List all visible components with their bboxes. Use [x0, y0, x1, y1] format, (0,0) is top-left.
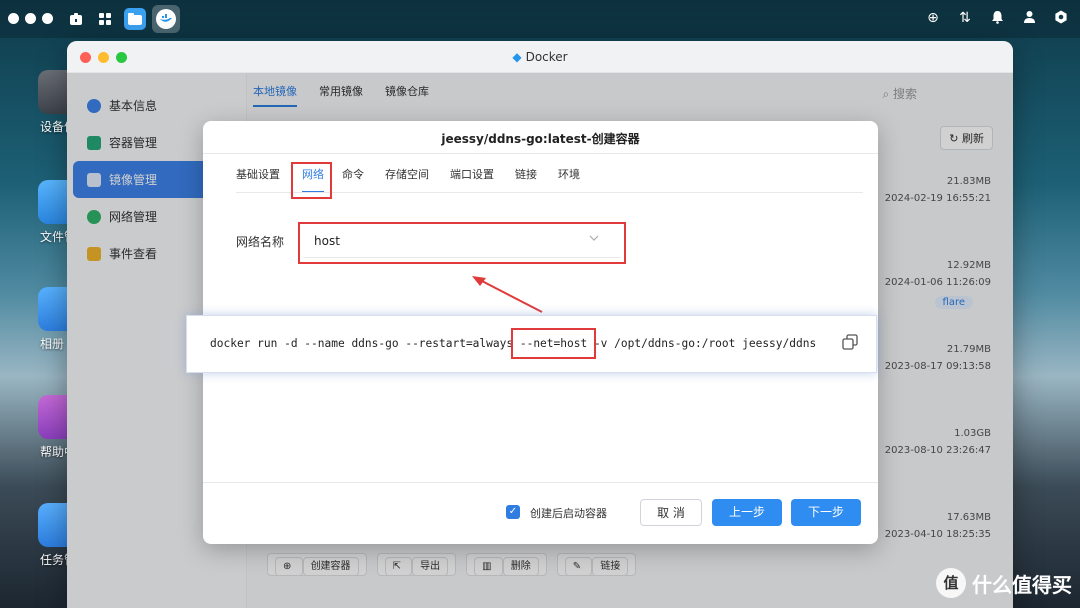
bell-icon[interactable]: [988, 10, 1006, 28]
system-top-bar: ⊕ ⇅: [0, 0, 1080, 38]
watermark-logo: 值: [936, 568, 966, 598]
cancel-button[interactable]: 取 消: [640, 499, 702, 526]
watermark: 值 什么值得买: [936, 568, 1072, 598]
start-after-create-label: 创建后启动容器: [530, 507, 607, 520]
window-title-text: Docker: [525, 50, 568, 64]
command-net-host-highlight: --net=host: [510, 328, 597, 359]
previous-step-button[interactable]: 上一步: [712, 499, 782, 526]
file-manager-icon[interactable]: [124, 8, 146, 30]
copy-icon[interactable]: [842, 334, 858, 350]
start-after-create-checkbox[interactable]: ✓: [506, 505, 520, 519]
command-prefix: docker run -d --name ddns-go --restart=a…: [210, 337, 520, 350]
dialog-title-divider: [203, 153, 878, 154]
docker-command-bar: docker run -d --name ddns-go --restart=a…: [186, 315, 877, 373]
watermark-text: 什么值得买: [972, 572, 1072, 597]
apps-grid-icon[interactable]: [95, 9, 115, 29]
globe-icon[interactable]: ⊕: [924, 10, 942, 28]
network-tab-highlight: [291, 162, 332, 199]
transfer-icon[interactable]: ⇅: [956, 10, 974, 28]
network-select-highlight: [298, 222, 626, 264]
docker-command: docker run -d --name ddns-go --restart=a…: [210, 328, 817, 359]
next-step-button[interactable]: 下一步: [791, 499, 861, 526]
dialog-tabs: 基础设置 网络 命令 存储空间 端口设置 链接 环境: [236, 166, 580, 193]
window-titlebar: ◆ Docker: [67, 41, 1013, 73]
tab-command[interactable]: 命令: [342, 166, 364, 193]
tab-environment[interactable]: 环境: [558, 166, 580, 193]
dialog-footer-divider: [203, 482, 878, 483]
command-suffix: -v /opt/ddns-go:/root jeessy/ddns: [587, 337, 817, 350]
tab-port-settings[interactable]: 端口设置: [450, 166, 494, 193]
desktop-label: 相册: [40, 337, 65, 351]
system-menu-dots[interactable]: [8, 13, 53, 24]
annotation-arrow: [472, 276, 543, 313]
docker-whale-icon: ◆: [512, 50, 522, 64]
tab-basic-settings[interactable]: 基础设置: [236, 166, 280, 193]
network-name-label: 网络名称: [236, 235, 285, 249]
docker-taskbar-icon[interactable]: [152, 5, 180, 33]
tab-storage[interactable]: 存储空间: [385, 166, 429, 193]
settings-gear-icon[interactable]: [1052, 10, 1070, 28]
window-title: ◆ Docker: [67, 50, 1013, 64]
tab-links[interactable]: 链接: [515, 166, 537, 193]
store-icon[interactable]: [66, 9, 86, 29]
dialog-title: jeessy/ddns-go:latest-创建容器: [441, 132, 640, 146]
user-icon[interactable]: [1020, 10, 1038, 28]
